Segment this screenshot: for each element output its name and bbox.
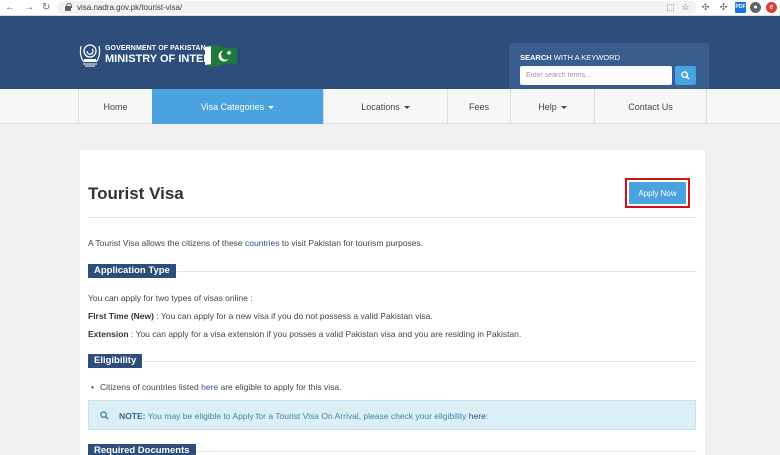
content-card: Tourist Visa Apply Now A Tourist Visa al… [80, 150, 705, 455]
search-button[interactable] [675, 66, 696, 85]
red-extension-icon[interactable]: e [766, 2, 777, 13]
eligibility-list-item: Citizens of countries listed here are el… [91, 382, 341, 392]
nav-visa-categories-label: Visa Categories [200, 101, 265, 112]
bookmark-star-icon[interactable]: ☆ [680, 2, 691, 13]
search-icon [100, 411, 109, 420]
note-alert: NOTE: You may be eligible to Apply for a… [88, 400, 696, 430]
extension-icon[interactable]: ✣ [700, 2, 711, 13]
address-bar[interactable]: visa.nadra.gov.pk/tourist-visa/ [57, 1, 697, 14]
eligibility-heading: Eligibility [88, 354, 697, 368]
countries-link[interactable]: countries [245, 238, 280, 248]
intro-text: A Tourist Visa allows the citizens of th… [88, 238, 424, 248]
visa-on-arrival-link[interactable]: here [469, 411, 486, 421]
reload-icon[interactable]: ↻ [42, 2, 50, 14]
divider [88, 217, 697, 218]
required-documents-heading: Required Documents [88, 444, 697, 455]
nav-help-label: Help [538, 101, 557, 112]
required-documents-label: Required Documents [88, 444, 196, 455]
nav-item-fees[interactable]: Fees [447, 89, 510, 124]
address-bar-url: visa.nadra.gov.pk/tourist-visa/ [77, 3, 183, 12]
search-icon [681, 71, 690, 80]
chevron-down-icon [403, 106, 410, 109]
nav-home-label: Home [103, 101, 128, 112]
eligibility-countries-link[interactable]: here [201, 382, 218, 392]
chevron-down-icon [268, 106, 275, 109]
apply-now-button[interactable]: Apply Now [629, 182, 686, 204]
nav-contact-us-label: Contact Us [628, 101, 673, 112]
first-time-text: First Time (New) : You can apply for a n… [88, 311, 433, 321]
page-title: Tourist Visa [88, 184, 184, 203]
pakistan-flag-icon [205, 45, 237, 67]
lock-icon [65, 3, 72, 11]
browser-toolbar: ← → ↻ visa.nadra.gov.pk/tourist-visa/ ⬚ … [0, 0, 780, 16]
search-input[interactable] [520, 66, 672, 85]
translate-icon[interactable]: ⬚ [665, 2, 676, 13]
nav-item-locations[interactable]: Locations [323, 89, 447, 124]
site-header: GOVERNMENT OF PAKISTAN MINISTRY OF INTER… [0, 16, 780, 96]
search-label: SEARCH WITH A KEYWORD [520, 53, 621, 62]
divider [196, 450, 697, 452]
note-text: NOTE: You may be eligible to Apply for a… [119, 411, 489, 421]
extension-icon-2[interactable]: ✣ [718, 2, 729, 13]
nav-fees-label: Fees [468, 101, 489, 112]
nav-item-help[interactable]: Help [510, 89, 594, 124]
divider [176, 270, 697, 272]
divider [143, 360, 697, 362]
apply-now-highlight: Apply Now [625, 178, 690, 208]
profile-avatar-icon[interactable]: ● [750, 2, 761, 13]
eligibility-label: Eligibility [88, 354, 143, 368]
chevron-down-icon [560, 106, 567, 109]
app-types-intro: You can apply for two types of visas onl… [88, 293, 253, 303]
state-emblem-icon [79, 44, 101, 67]
nav-item-contact-us[interactable]: Contact Us [594, 89, 707, 124]
main-navigation: Home Visa Categories Locations Fees Help… [0, 89, 780, 124]
nav-item-visa-categories[interactable]: Visa Categories [152, 89, 323, 124]
application-type-heading: Application Type [88, 264, 697, 278]
nav-item-home[interactable]: Home [78, 89, 152, 124]
pdf-extension-icon[interactable]: PDF [735, 2, 746, 13]
back-arrow-icon[interactable]: ← [5, 2, 15, 14]
nav-locations-label: Locations [361, 101, 400, 112]
application-type-label: Application Type [88, 264, 176, 278]
extension-text: Extension : You can apply for a visa ext… [88, 329, 522, 339]
forward-arrow-icon[interactable]: → [24, 2, 34, 14]
